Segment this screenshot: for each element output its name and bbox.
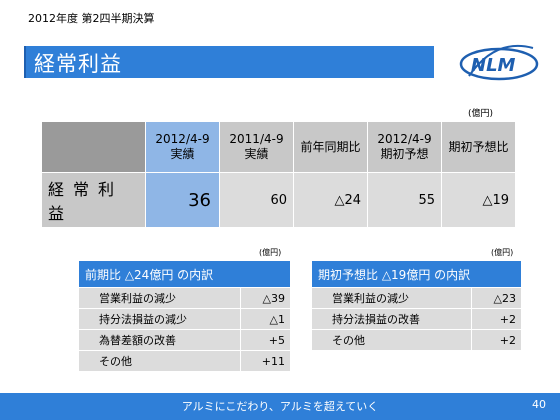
value-2011-actual: 60 <box>219 172 294 228</box>
breakdown-item: 営業利益の減少 <box>78 287 241 309</box>
col-header-text: 2012/4-9 実績 <box>155 132 210 161</box>
left-unit-label: (億円) <box>259 248 282 257</box>
table-row: その他 +11 <box>78 350 292 372</box>
breakdown-item: その他 <box>78 350 241 372</box>
nlm-logo-icon: NLM <box>459 44 539 81</box>
table-row: 営業利益の減少 △23 <box>311 287 523 309</box>
breakdown-value: +11 <box>239 350 292 372</box>
col-header-text: 前年同期比 <box>300 139 361 154</box>
col-header-text: 期初予想比 <box>448 139 509 154</box>
breakdown-value: △1 <box>239 308 292 330</box>
col-header-text: 2011/4-9 実績 <box>229 132 284 161</box>
period-label: 2012年度 第2四半期決算 <box>28 12 155 25</box>
title-bar: 経常利益 <box>24 46 434 78</box>
breakdown-value: △23 <box>470 287 523 309</box>
breakdown-value: +2 <box>470 308 523 330</box>
breakdown-value: +5 <box>239 329 292 351</box>
forecast-breakdown-title: 期初予想比 △19億円 の内訳 <box>310 260 523 288</box>
breakdown-item: 営業利益の減少 <box>311 287 472 309</box>
value-initial-forecast: 55 <box>367 172 442 228</box>
forecast-breakdown-table: 期初予想比 △19億円 の内訳 営業利益の減少 △23 持分法損益の改善 +2 その… <box>310 260 523 351</box>
ordinary-profit-table: 2012/4-9 実績 2011/4-9 実績 前年同期比 2012/4-9 期初予想… <box>41 121 516 228</box>
table-row: その他 +2 <box>311 329 523 351</box>
col-header-initial-forecast: 2012/4-9 期初予想 <box>367 121 442 173</box>
col-header-2011-actual: 2011/4-9 実績 <box>219 121 294 173</box>
breakdown-item: 持分法損益の減少 <box>78 308 241 330</box>
row-label-ordinary-profit: 経常利益 <box>41 172 146 228</box>
table-row: 持分法損益の減少 △1 <box>78 308 292 330</box>
breakdown-item: 持分法損益の改善 <box>311 308 472 330</box>
col-header-text: 2012/4-9 期初予想 <box>377 132 432 161</box>
table-row: 為替差額の改善 +5 <box>78 329 292 351</box>
breakdown-value: +2 <box>470 329 523 351</box>
value-yoy: △24 <box>293 172 368 228</box>
value-vs-forecast: △19 <box>441 172 516 228</box>
page-number: 40 <box>532 398 546 411</box>
footer-slogan: アルミにこだわり、アルミを超えていく <box>181 400 379 413</box>
page-title: 経常利益 <box>34 52 122 76</box>
value-2012-actual: 36 <box>145 172 220 228</box>
company-logo: NLM <box>455 40 547 84</box>
table-row: 持分法損益の改善 +2 <box>311 308 523 330</box>
table-row: 営業利益の減少 △39 <box>78 287 292 309</box>
col-header-2012-actual: 2012/4-9 実績 <box>145 121 220 173</box>
breakdown-item: その他 <box>311 329 472 351</box>
breakdown-item: 為替差額の改善 <box>78 329 241 351</box>
col-header-vs-forecast: 期初予想比 <box>441 121 516 173</box>
breakdown-value: △39 <box>239 287 292 309</box>
table-corner <box>41 121 146 173</box>
yoy-breakdown-table: 前期比 △24億円 の内訳 営業利益の減少 △39 持分法損益の減少 △1 為替差額… <box>77 260 292 372</box>
col-header-yoy: 前年同期比 <box>293 121 368 173</box>
right-unit-label: (億円) <box>491 248 514 257</box>
logo-text: NLM <box>471 55 516 76</box>
yoy-breakdown-title: 前期比 △24億円 の内訳 <box>77 260 292 288</box>
footer-bar: アルミにこだわり、アルミを超えていく 40 <box>0 393 560 420</box>
main-unit-label: (億円) <box>468 109 494 119</box>
